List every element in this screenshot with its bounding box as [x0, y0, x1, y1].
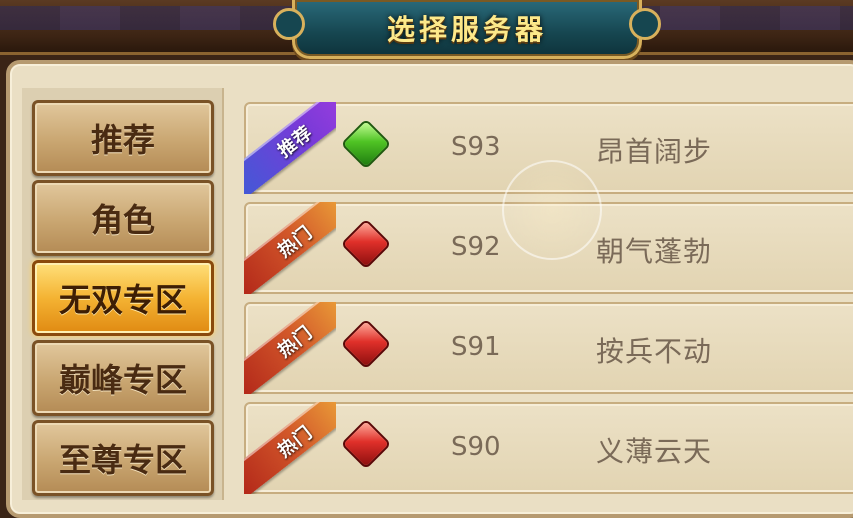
- tab-label: 巅峰专区: [58, 361, 187, 399]
- tab-wushuang-zone[interactable]: 无双专区: [32, 260, 214, 336]
- server-tag: 热门: [274, 321, 317, 362]
- server-tag-ribbon: 热门: [244, 402, 336, 494]
- tab-peak-zone[interactable]: 巅峰专区: [32, 340, 214, 416]
- tab-label: 至尊专区: [58, 441, 187, 479]
- red-gem-icon: [343, 421, 389, 467]
- tab-supreme-zone[interactable]: 至尊专区: [32, 420, 214, 496]
- server-list: 推荐 S93 昂首阔步 热门 S92 朝气蓬勃 热门 S91 按兵不动 热门 S…: [236, 88, 853, 500]
- server-name: 义薄云天: [596, 435, 713, 468]
- page-title: 选择服务器: [386, 13, 547, 46]
- tab-role[interactable]: 角色: [32, 180, 214, 256]
- server-tag-ribbon: 推荐: [244, 102, 336, 194]
- server-id: S93: [451, 132, 501, 162]
- server-tag-ribbon: 热门: [244, 302, 336, 394]
- server-name: 昂首阔步: [596, 135, 713, 168]
- green-gem-icon: [343, 121, 389, 167]
- red-gem-icon: [343, 221, 389, 267]
- server-tag: 热门: [274, 421, 317, 462]
- server-id: S91: [451, 332, 501, 362]
- server-row[interactable]: 推荐 S93 昂首阔步: [244, 102, 853, 194]
- sidebar: 推荐 角色 无双专区 巅峰专区 至尊专区: [22, 88, 224, 500]
- server-tag: 热门: [274, 221, 317, 262]
- server-name: 朝气蓬勃: [596, 235, 713, 268]
- server-tag: 推荐: [274, 121, 317, 162]
- tab-label: 推荐: [90, 121, 155, 159]
- server-row[interactable]: 热门 S90 义薄云天: [244, 402, 853, 494]
- tab-label: 角色: [90, 201, 155, 239]
- red-gem-icon: [343, 321, 389, 367]
- server-row[interactable]: 热门 S92 朝气蓬勃: [244, 202, 853, 294]
- server-tag-ribbon: 热门: [244, 202, 336, 294]
- server-id: S90: [451, 432, 501, 462]
- title-plate: 选择服务器: [273, 0, 661, 59]
- server-id: S92: [451, 232, 501, 262]
- tab-recommended[interactable]: 推荐: [32, 100, 214, 176]
- tab-label: 无双专区: [58, 281, 187, 319]
- server-row[interactable]: 热门 S91 按兵不动: [244, 302, 853, 394]
- server-name: 按兵不动: [596, 335, 713, 368]
